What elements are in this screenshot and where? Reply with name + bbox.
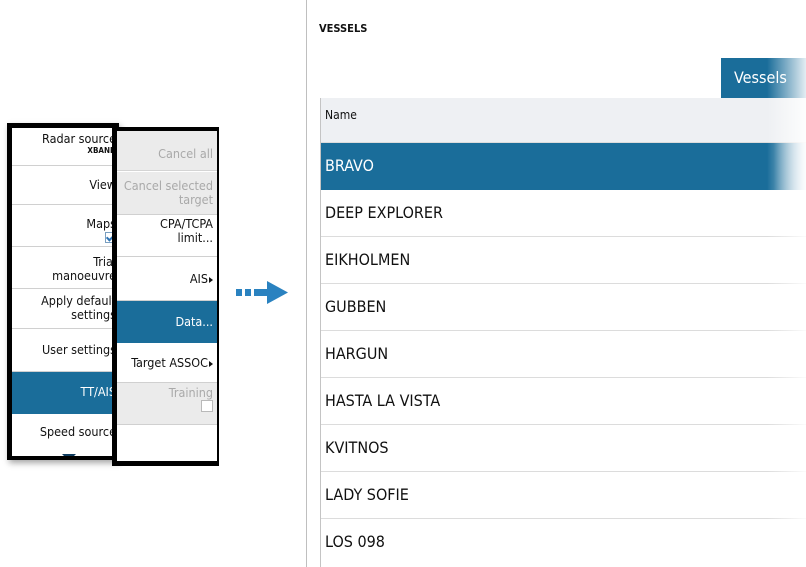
menu-item-cancel-selected-target[interactable]: Cancel selected target	[117, 172, 217, 215]
menu-item-apply-default-settings[interactable]: Apply default settings	[12, 289, 120, 329]
list-item[interactable]: BRAVO	[321, 143, 806, 190]
list-item[interactable]: HASTA LA VISTA	[321, 378, 806, 425]
menu-item-ais[interactable]: AIS	[117, 257, 217, 301]
ais-label: AIS	[189, 271, 208, 286]
menu-item-user-settings[interactable]: User settings	[12, 329, 120, 372]
data-label: Data...	[175, 314, 213, 329]
panel-title: VESSELS	[319, 22, 368, 35]
list-item[interactable]: LADY SOFIE	[321, 472, 806, 519]
user-settings-label: User settings	[41, 342, 116, 357]
menu-item-trial-manoeuvre[interactable]: Trial manoeuvre	[12, 247, 120, 289]
list-item[interactable]: HARGUN	[321, 331, 806, 378]
cpa-line2: limit...	[177, 230, 213, 245]
menu-item-cancel-all[interactable]: Cancel all	[117, 131, 217, 171]
target-assoc-label: Target ASSOC	[131, 355, 208, 370]
apply-default-line2: settings	[71, 307, 116, 322]
list-item[interactable]: LOS 098	[321, 519, 806, 566]
arrow-right-icon	[236, 281, 288, 304]
column-header-name[interactable]: Name	[321, 98, 806, 143]
training-label: Training	[168, 385, 213, 400]
main-menu-body: Radar source XBAND View Maps Trial manoe…	[12, 128, 120, 456]
vessels-panel: VESSELS Vessels Name BRAVO DEEP EXPLORER…	[306, 0, 806, 567]
main-menu: Radar source XBAND View Maps Trial manoe…	[7, 123, 120, 460]
speed-source-label: Speed source	[39, 424, 116, 439]
radar-source-label: Radar source	[42, 131, 116, 146]
sub-menu-body: Cancel all Cancel selected target CPA/TC…	[117, 131, 217, 461]
training-checkbox[interactable]	[201, 400, 213, 412]
cancel-all-label: Cancel all	[158, 146, 213, 161]
cancel-selected-line2: target	[178, 192, 213, 207]
list-item[interactable]: KVITNOS	[321, 425, 806, 472]
cpa-line1: CPA/TCPA	[160, 216, 213, 231]
tt-ais-label: TT/AIS	[80, 384, 116, 399]
apply-default-line1: Apply default	[41, 293, 116, 308]
menu-item-training[interactable]: Training	[117, 383, 217, 425]
list-item[interactable]: DEEP EXPLORER	[321, 190, 806, 237]
menu-item-maps[interactable]: Maps	[12, 205, 120, 247]
menu-item-view[interactable]: View	[12, 166, 120, 205]
menu-item-cpa-tcpa-limit[interactable]: CPA/TCPA limit...	[117, 215, 217, 257]
submenu-arrow-icon	[209, 360, 213, 367]
menu-item-data[interactable]: Data...	[117, 301, 217, 343]
menu-item-tt-ais[interactable]: TT/AIS	[12, 372, 120, 414]
list-item[interactable]: EIKHOLMEN	[321, 237, 806, 284]
cancel-selected-line1: Cancel selected	[123, 178, 213, 193]
menu-item-speed-source[interactable]: Speed source	[12, 414, 120, 456]
sub-menu: Cancel all Cancel selected target CPA/TC…	[112, 127, 219, 466]
menu-item-radar-source[interactable]: Radar source XBAND	[12, 128, 120, 166]
radar-source-value: XBAND	[87, 146, 116, 155]
tab-vessels[interactable]: Vessels	[721, 58, 806, 98]
trial-label-line2: manoeuvre	[52, 268, 116, 283]
vessel-list: Name BRAVO DEEP EXPLORER EIKHOLMEN GUBBE…	[320, 98, 806, 567]
scroll-down-icon[interactable]	[62, 454, 76, 456]
list-item[interactable]: GUBBEN	[321, 284, 806, 331]
menu-item-target-assoc[interactable]: Target ASSOC	[117, 343, 217, 383]
submenu-arrow-icon	[209, 276, 213, 283]
